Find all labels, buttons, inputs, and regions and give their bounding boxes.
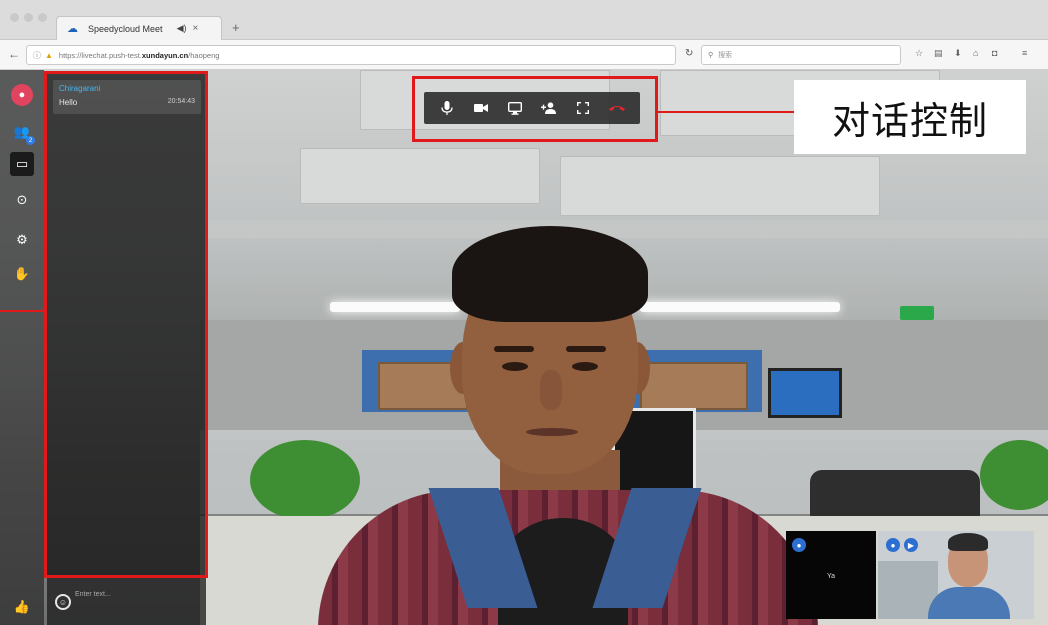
thumbs-up-button[interactable]: 👍 [10,595,34,619]
speedycloud-logo-icon: ☁ [67,23,78,35]
back-arrow-icon[interactable]: ← [8,47,20,61]
app-toolbar: ● 👥 2 ▭ ⊙ ⚙ ✋ 👍 [0,70,44,625]
annotation-line [658,111,794,113]
controls-highlight-box [412,76,658,142]
download-icon[interactable]: ⬇ [954,48,962,59]
url-prefix: https://livechat.push-test. [58,50,142,60]
chat-button[interactable]: ▭ [10,152,34,176]
bookmark-star-icon[interactable]: ☆ [915,48,923,59]
emoji-button[interactable]: ☺ [55,594,71,610]
eye [572,362,598,371]
eyebrow [566,346,606,352]
avatar-icon: ● [18,89,26,101]
mouth [526,428,578,436]
thumbnail-participant-hair [948,533,988,551]
info-icon[interactable]: ⓘ [33,50,41,61]
speaker-icon[interactable]: ◀) [177,23,187,34]
annotation-label: 对话控制 [794,80,1026,154]
local-video-thumbnail[interactable]: ● Ya [786,531,876,619]
browser-tab-bar: ☁ Speedycloud Meet ◀) × + [0,0,1048,40]
settings-button[interactable]: ⚙ [10,228,34,252]
url-bar[interactable]: ⓘ ▲ https://livechat.push-test.xundayun.… [26,45,676,65]
gear-icon: ⚙ [16,232,28,247]
library-icon[interactable]: ▤ [934,48,943,59]
contacts-badge: 2 [26,136,35,145]
contacts-button[interactable]: 👥 2 [10,120,35,145]
video-icon: ▶ [904,538,918,552]
browser-nav-bar: ← ⓘ ▲ https://livechat.push-test.xundayu… [0,40,1048,70]
window-close-dot[interactable] [10,13,19,22]
tab-close-icon[interactable]: × [192,23,198,34]
raise-hand-button[interactable]: ✋ [10,262,34,286]
thumbs-up-icon: 👍 [13,599,31,614]
avatar[interactable]: ● [11,84,33,106]
window-maximize-dot[interactable] [38,13,47,22]
eyebrow [494,346,534,352]
nose [540,370,562,410]
home-icon[interactable]: ⌂ [973,48,978,58]
mic-icon: ● [792,538,806,552]
smiley-icon: ☺ [58,597,68,607]
search-placeholder: 搜索 [718,52,733,59]
chat-input[interactable] [75,586,199,602]
browser-tab[interactable]: ☁ Speedycloud Meet ◀) × [56,16,222,40]
url-domain: xundayun.cn [141,50,189,60]
search-icon: ⚲ [708,52,714,59]
menu-icon[interactable]: ≡ [1022,48,1027,58]
thumbnail-participant-body [928,587,1010,619]
pocket-icon[interactable]: ◘ [992,48,997,58]
eye [502,362,528,371]
reload-icon[interactable]: ↻ [685,48,693,59]
local-participant-name: Ya [826,573,836,580]
tab-title: Speedycloud Meet [88,23,163,34]
annotation-line [0,310,44,312]
record-icon: ⊙ [16,192,28,207]
url-path: /haopeng [188,50,220,60]
browser-search-box[interactable]: ⚲ 搜索 [701,45,901,65]
record-button[interactable]: ⊙ [10,188,34,212]
chat-icon: ▭ [15,156,29,171]
mic-icon: ● [886,538,900,552]
remote-video-thumbnail[interactable]: ● ▶ [878,531,1034,619]
chat-highlight-box [44,71,208,578]
hand-icon: ✋ [13,266,31,281]
lock-icon: ▲ [45,50,53,60]
window-minimize-dot[interactable] [24,13,33,22]
chat-input-area: ☺ [47,578,206,625]
new-tab-button[interactable]: + [232,20,240,35]
hair [452,226,648,322]
